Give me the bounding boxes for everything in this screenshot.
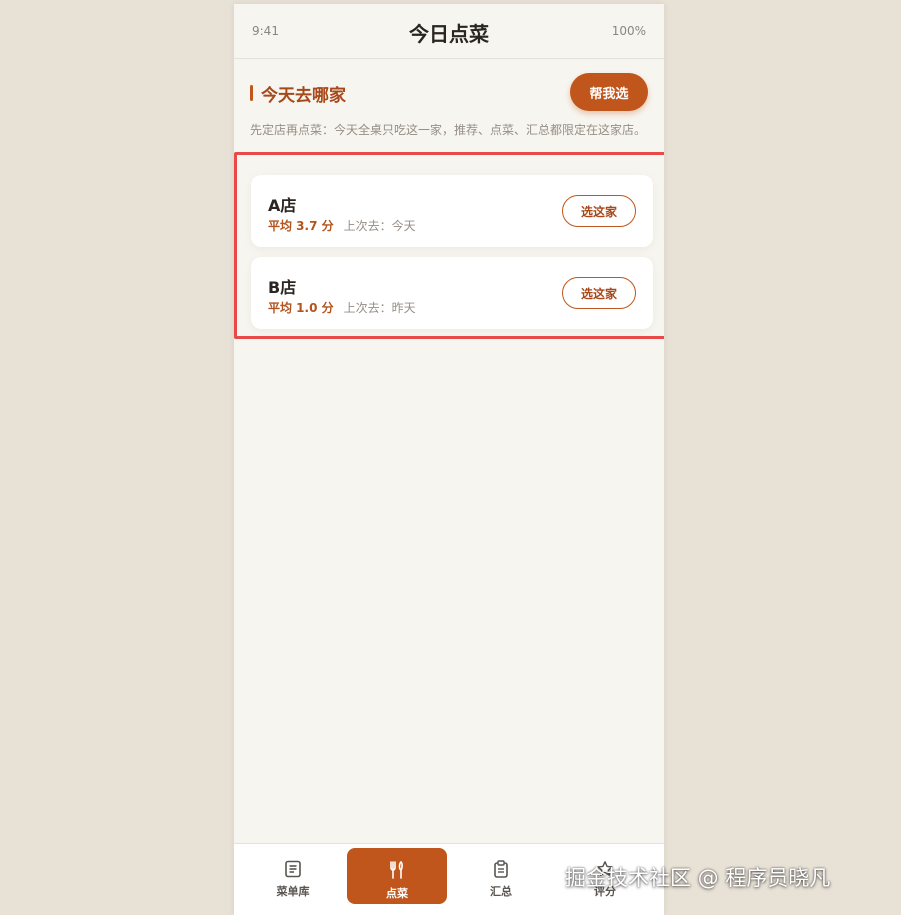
store-last-visit: 上次去：今天 [343, 219, 416, 233]
store-name: A店 [268, 196, 297, 215]
select-store-button[interactable]: 选这家 [562, 195, 636, 227]
phone-frame: 9:41 今日点菜 100% 今天去哪家 帮我选 先定店再点菜：今天全桌只吃这一… [234, 4, 664, 915]
watermark: 掘金技术社区 @ 程序员晓凡 [565, 866, 831, 890]
tab-menu-library[interactable]: 菜单库 [243, 848, 343, 904]
tab-label: 点菜 [386, 887, 408, 900]
tab-summary[interactable]: 汇总 [451, 848, 551, 904]
store-name: B店 [268, 278, 297, 297]
tab-order[interactable]: 点菜 [347, 848, 447, 904]
section-title: 今天去哪家 [261, 85, 346, 106]
accent-bar [250, 85, 253, 101]
page-title: 今日点菜 [409, 22, 489, 46]
store-meta: 平均 3.7 分 上次去：今天 [268, 217, 416, 234]
hint-text: 先定店再点菜：今天全桌只吃这一家，推荐、点菜、汇总都限定在这家店。 [250, 123, 646, 137]
store-average-score: 平均 3.7 分 [268, 219, 334, 233]
store-last-visit: 上次去：昨天 [343, 301, 416, 315]
store-card[interactable]: A店 平均 3.7 分 上次去：今天 选这家 [251, 175, 653, 247]
section-header: 今天去哪家 [250, 82, 346, 106]
clipboard-icon [494, 860, 508, 878]
tab-label: 汇总 [490, 885, 512, 898]
select-store-button[interactable]: 选这家 [562, 277, 636, 309]
store-meta: 平均 1.0 分 上次去：昨天 [268, 299, 416, 316]
store-average-score: 平均 1.0 分 [268, 301, 334, 315]
store-card[interactable]: B店 平均 1.0 分 上次去：昨天 选这家 [251, 257, 653, 329]
list-icon [285, 860, 301, 878]
status-battery: 100% [611, 24, 646, 38]
tab-label: 菜单库 [276, 885, 310, 898]
fork-knife-icon [390, 861, 403, 879]
header: 9:41 今日点菜 100% [234, 4, 664, 59]
store-list-highlight: A店 平均 3.7 分 上次去：今天 选这家 B店 平均 1.0 分 上次去：昨… [234, 152, 664, 339]
help-me-choose-button[interactable]: 帮我选 [570, 73, 648, 111]
